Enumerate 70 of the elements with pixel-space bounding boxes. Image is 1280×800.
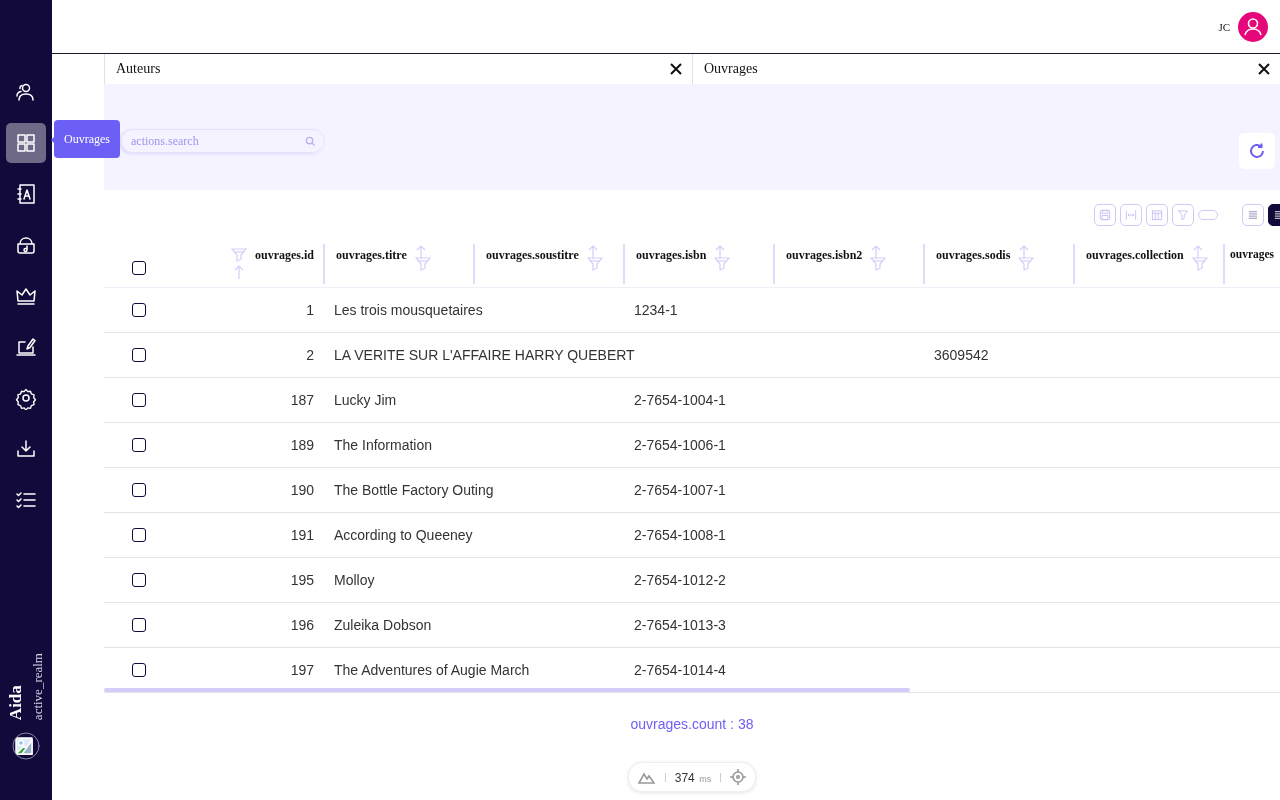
table-cell: The Information bbox=[334, 437, 433, 453]
checkbox[interactable] bbox=[132, 261, 146, 275]
list-icon bbox=[1246, 208, 1260, 222]
table-cell: 2-7654-1008-1 bbox=[634, 527, 726, 543]
settings-icon bbox=[14, 386, 38, 410]
realm-label: active_realm bbox=[30, 652, 46, 720]
checkbox[interactable] bbox=[132, 528, 146, 542]
scrollbar[interactable] bbox=[104, 688, 910, 692]
column-header[interactable]: ouvrages.isbn2 bbox=[786, 248, 863, 263]
checkbox[interactable] bbox=[132, 663, 146, 677]
column-header[interactable]: ouvrages.isbn bbox=[636, 248, 707, 263]
table-cell: 195 bbox=[290, 572, 314, 588]
column-header[interactable]: ouvrages.sodis bbox=[936, 248, 1011, 263]
table-cell: 1234-1 bbox=[634, 302, 678, 318]
table-cell: Lucky Jim bbox=[334, 392, 397, 408]
search-icon bbox=[305, 136, 316, 147]
table-cell: 189 bbox=[290, 437, 314, 453]
checkbox[interactable] bbox=[132, 483, 146, 497]
target-icon[interactable] bbox=[730, 769, 747, 785]
table-cell: Zuleika Dobson bbox=[334, 617, 432, 633]
record-count: ouvrages.count : 38 bbox=[630, 716, 754, 732]
table-cell: 197 bbox=[290, 662, 314, 678]
table-cell: 2-7654-1014-4 bbox=[634, 662, 726, 678]
refresh-icon bbox=[1247, 141, 1267, 161]
column-header[interactable]: ouvrages.collection bbox=[1086, 248, 1184, 263]
checkbox[interactable] bbox=[132, 618, 146, 632]
user-avatar-icon[interactable] bbox=[1238, 11, 1268, 42]
table-cell: 187 bbox=[290, 392, 314, 408]
column-header[interactable]: ouvrages.id bbox=[255, 248, 314, 263]
column-header[interactable]: ouvrages.soustitre bbox=[486, 248, 579, 263]
table-cell: 191 bbox=[290, 527, 314, 543]
user-initials: JC bbox=[1218, 20, 1230, 33]
filter-icon bbox=[1176, 208, 1190, 222]
table-cell: LA VERITE SUR L'AFFAIRE HARRY QUEBERT bbox=[334, 347, 635, 363]
table-cell: 2-7654-1013-3 bbox=[634, 617, 726, 633]
checkbox[interactable] bbox=[132, 303, 146, 317]
response-time: 374 bbox=[674, 771, 695, 785]
table-cell: 2-7654-1012-2 bbox=[634, 572, 726, 588]
search-field[interactable]: actions.search bbox=[121, 129, 325, 153]
edit-icon bbox=[14, 335, 38, 359]
table-cell: 2 bbox=[306, 347, 314, 363]
fit-width-icon bbox=[1124, 208, 1138, 222]
columns-icon bbox=[1150, 208, 1164, 222]
close-icon[interactable] bbox=[1258, 63, 1270, 75]
table-cell: 2-7654-1006-1 bbox=[634, 437, 726, 453]
table-cell: 196 bbox=[290, 617, 314, 633]
time-unit: ms bbox=[699, 774, 712, 784]
table-cell: 190 bbox=[290, 482, 314, 498]
contact-book-icon bbox=[14, 182, 38, 206]
column-header[interactable]: ouvrages.titre bbox=[336, 248, 407, 263]
grid-icon bbox=[14, 131, 38, 155]
table-cell: Molloy bbox=[334, 572, 375, 588]
checkbox[interactable] bbox=[132, 438, 146, 452]
save-icon bbox=[1098, 208, 1112, 222]
table-cell: 2-7654-1007-1 bbox=[634, 482, 726, 498]
table-cell: 3609542 bbox=[934, 347, 989, 363]
checkbox[interactable] bbox=[132, 393, 146, 407]
tooltip: Ouvrages bbox=[54, 120, 120, 158]
table-cell: The Adventures of Augie March bbox=[334, 662, 530, 678]
table-cell: 1 bbox=[306, 302, 314, 318]
table-cell: Les trois mousquetaires bbox=[334, 302, 483, 318]
app-name: Aida bbox=[6, 684, 26, 720]
checkbox[interactable] bbox=[132, 573, 146, 587]
checkbox[interactable] bbox=[132, 348, 146, 362]
table-cell: 2-7654-1004-1 bbox=[634, 392, 726, 408]
refresh-button[interactable] bbox=[1239, 133, 1275, 169]
table-cell: According to Queeney bbox=[334, 527, 473, 543]
close-icon[interactable] bbox=[670, 63, 682, 75]
column-header[interactable]: ouvrages bbox=[1230, 248, 1275, 260]
table-cell: The Bottle Factory Outing bbox=[334, 482, 494, 498]
